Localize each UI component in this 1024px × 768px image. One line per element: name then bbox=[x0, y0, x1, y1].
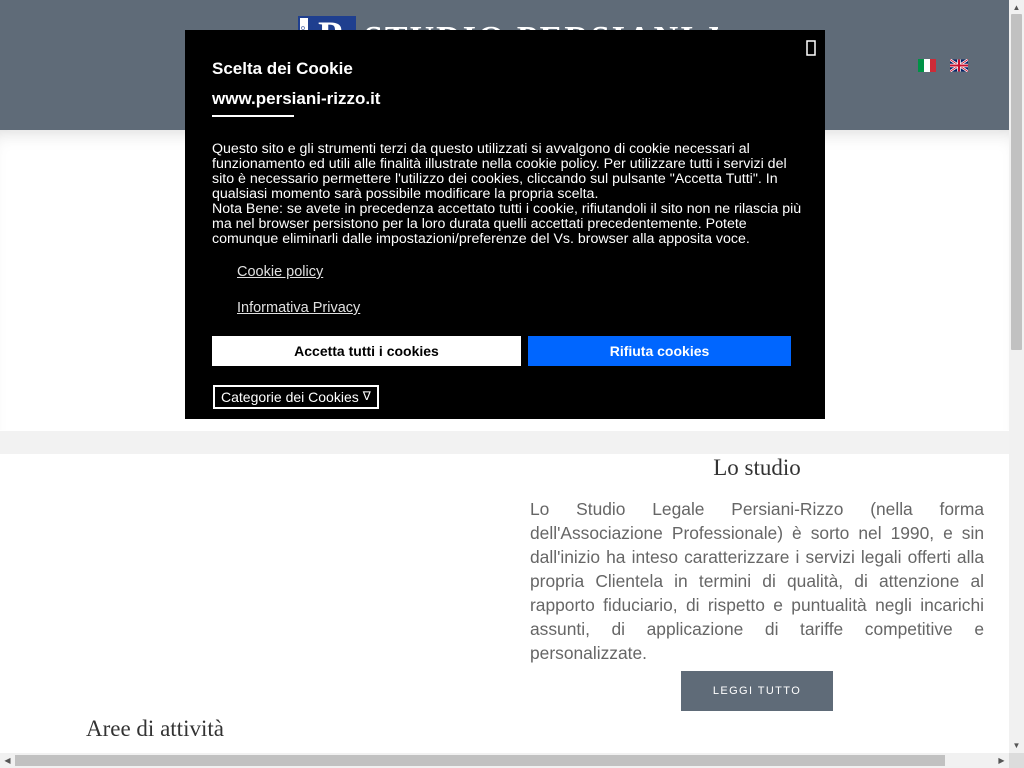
section-divider bbox=[0, 431, 1009, 454]
cookie-description: Questo sito e gli strumenti terzi da que… bbox=[212, 142, 802, 247]
cookie-site-name: www.persiani-rizzo.it bbox=[212, 89, 381, 108]
studio-title: Lo studio bbox=[713, 455, 801, 480]
vertical-scrollbar[interactable]: ▲ ▼ bbox=[1009, 0, 1024, 753]
scroll-right-icon[interactable]: ▶ bbox=[994, 753, 1009, 768]
scroll-down-icon[interactable]: ▼ bbox=[1009, 738, 1024, 753]
practice-areas-title: Aree di attività bbox=[86, 716, 224, 741]
horizontal-scrollbar[interactable]: ◀ ▶ bbox=[0, 753, 1009, 768]
scroll-left-icon[interactable]: ◀ bbox=[0, 753, 15, 768]
cookie-paragraph-1: Questo sito e gli strumenti terzi da que… bbox=[212, 141, 787, 202]
uk-flag-icon[interactable] bbox=[950, 59, 968, 72]
cookie-categories-label: Categorie dei Cookies bbox=[221, 389, 359, 405]
accept-all-cookies-button[interactable]: Accetta tutti i cookies bbox=[212, 336, 521, 366]
cookie-consent-modal: Scelta dei Cookie www.persiani-rizzo.it … bbox=[185, 30, 825, 419]
close-icon[interactable] bbox=[805, 40, 817, 58]
cookie-categories-button[interactable]: Categorie dei Cookies ∇ bbox=[213, 385, 379, 409]
close-box-glyph bbox=[806, 40, 816, 56]
cookie-paragraph-2: Nota Bene: se avete in precedenza accett… bbox=[212, 201, 802, 247]
language-switcher bbox=[918, 59, 968, 72]
title-underline bbox=[212, 115, 294, 117]
reject-cookies-button[interactable]: Rifiuta cookies bbox=[528, 336, 791, 366]
scroll-up-icon[interactable]: ▲ bbox=[1009, 0, 1024, 15]
chevron-down-icon: ∇ bbox=[362, 388, 371, 403]
italian-flag-icon[interactable] bbox=[918, 59, 936, 72]
studio-description: Lo Studio Legale Persiani-Rizzo (nella f… bbox=[530, 499, 984, 663]
vertical-scroll-thumb[interactable] bbox=[1011, 14, 1022, 350]
read-more-button[interactable]: LEGGI TUTTO bbox=[681, 671, 833, 711]
horizontal-scroll-thumb[interactable] bbox=[15, 755, 945, 766]
scrollbar-corner bbox=[1009, 753, 1024, 768]
privacy-policy-link[interactable]: Informativa Privacy bbox=[237, 300, 360, 316]
cookie-title: Scelta dei Cookie bbox=[212, 59, 353, 78]
cookie-policy-link[interactable]: Cookie policy bbox=[237, 264, 323, 280]
